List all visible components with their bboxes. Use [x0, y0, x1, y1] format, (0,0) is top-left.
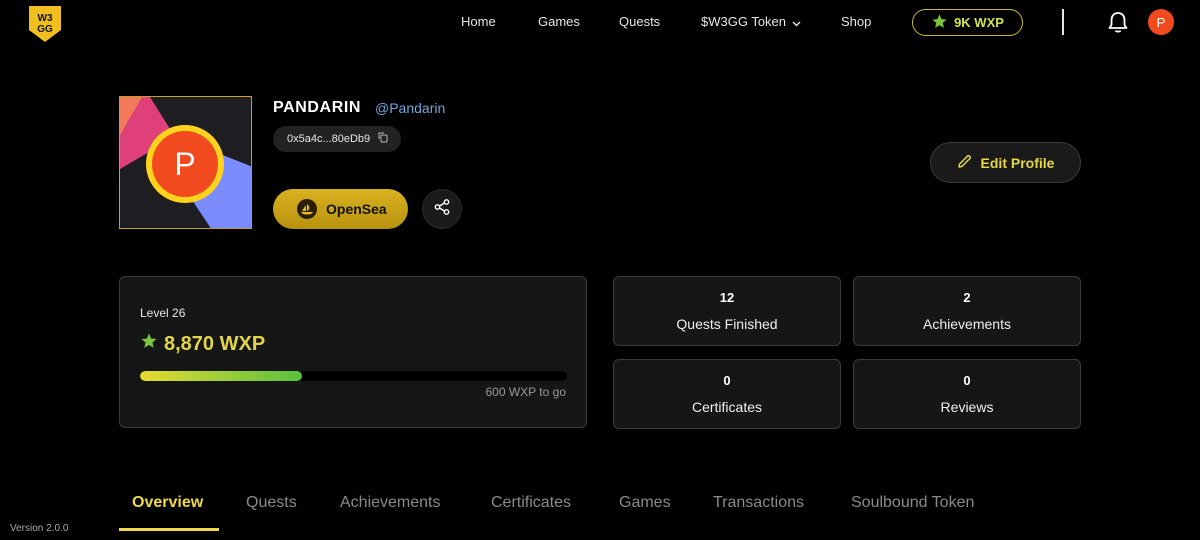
- bell-icon[interactable]: [1107, 10, 1129, 34]
- profile-avatar: P: [119, 96, 252, 229]
- wxp-to-go: 600 WXP to go: [485, 385, 567, 399]
- copy-icon[interactable]: [378, 132, 388, 146]
- stat-achievements: 2 Achievements: [853, 276, 1081, 346]
- star-icon: [931, 13, 948, 33]
- nav-quests[interactable]: Quests: [619, 14, 660, 29]
- stat-label: Certificates: [691, 399, 763, 415]
- edit-profile-label: Edit Profile: [980, 154, 1055, 171]
- stat-value: 0: [963, 373, 971, 388]
- stat-value: 2: [963, 290, 971, 305]
- wxp-badge[interactable]: 9K WXP: [912, 9, 1023, 36]
- wxp-total: 8,870 WXP: [140, 332, 265, 356]
- stat-value: 0: [723, 373, 731, 388]
- stat-certificates: 0 Certificates: [613, 359, 841, 429]
- level-progress-bar: [140, 371, 567, 381]
- level-progress-fill: [140, 371, 303, 381]
- logo-icon[interactable]: W3 GG: [26, 4, 64, 44]
- nav-games[interactable]: Games: [538, 14, 580, 29]
- wallet-address-chip[interactable]: 0x5a4c...80eDb9: [273, 126, 401, 152]
- nav-divider: [1062, 9, 1064, 35]
- tab-soulbound-token[interactable]: Soulbound Token: [851, 494, 974, 512]
- tab-achievements[interactable]: Achievements: [340, 494, 441, 512]
- stat-value: 12: [719, 290, 735, 305]
- nav-home[interactable]: Home: [461, 14, 496, 29]
- stat-label: Reviews: [940, 399, 994, 415]
- svg-text:W3: W3: [38, 13, 53, 24]
- nav-shop[interactable]: Shop: [841, 14, 871, 29]
- stat-reviews: 0 Reviews: [853, 359, 1081, 429]
- stat-label: Achievements: [923, 316, 1011, 332]
- tab-certificates[interactable]: Certificates: [491, 494, 571, 512]
- pencil-icon: [957, 154, 972, 172]
- wxp-badge-label: 9K WXP: [954, 15, 1004, 30]
- nav-token[interactable]: $W3GG Token: [701, 14, 801, 30]
- profile-name: PANDARIN: [273, 99, 362, 116]
- opensea-label: OpenSea: [326, 201, 387, 217]
- profile-handle: @Pandarin: [375, 100, 446, 116]
- active-tab-indicator: [119, 528, 219, 531]
- opensea-icon: [297, 199, 317, 219]
- tab-quests[interactable]: Quests: [246, 494, 297, 512]
- chevron-down-icon: [792, 15, 801, 30]
- version-label: Version 2.0.0: [10, 523, 69, 534]
- edit-profile-button[interactable]: Edit Profile: [930, 142, 1081, 183]
- wxp-total-value: 8,870 WXP: [164, 332, 266, 355]
- stat-quests-finished: 12 Quests Finished: [613, 276, 841, 346]
- wallet-address: 0x5a4c...80eDb9: [287, 133, 371, 145]
- user-avatar[interactable]: P: [1148, 9, 1174, 35]
- opensea-button[interactable]: OpenSea: [273, 189, 408, 229]
- level-card: Level 26 8,870 WXP 600 WXP to go: [119, 276, 587, 428]
- share-button[interactable]: [422, 189, 462, 229]
- nav-token-label: $W3GG Token: [701, 14, 787, 29]
- tab-transactions[interactable]: Transactions: [713, 494, 804, 512]
- tab-overview[interactable]: Overview: [132, 494, 203, 512]
- star-icon: [140, 332, 158, 356]
- level-label: Level 26: [140, 306, 186, 320]
- tab-games[interactable]: Games: [619, 494, 671, 512]
- stat-label: Quests Finished: [676, 316, 778, 332]
- profile-avatar-initial: P: [174, 146, 195, 182]
- share-icon: [433, 198, 451, 221]
- svg-text:GG: GG: [37, 24, 53, 35]
